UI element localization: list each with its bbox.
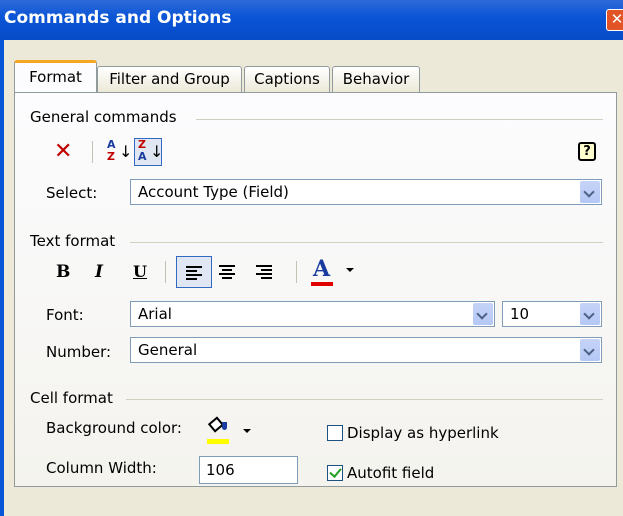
title-bar[interactable]: Commands and Options ✕ — [0, 0, 623, 40]
number-format-dropdown[interactable]: General — [130, 337, 602, 363]
sort-descending-button[interactable]: Z A ↓ — [134, 138, 164, 166]
display-as-hyperlink-label: Display as hyperlink — [347, 424, 499, 442]
autofit-field-checkbox[interactable] — [327, 465, 343, 481]
align-right-icon — [256, 265, 272, 279]
font-color-button[interactable]: A — [311, 256, 361, 288]
sort-ascending-button[interactable]: A Z ↓ — [106, 138, 133, 166]
tab-format-label: Format — [29, 68, 82, 86]
font-color-swatch — [311, 282, 333, 286]
toolbar-separator — [165, 261, 166, 283]
help-icon: ? — [583, 144, 591, 159]
number-label: Number: — [46, 343, 112, 361]
select-label: Select: — [46, 184, 98, 202]
align-left-button[interactable] — [176, 256, 212, 288]
tab-captions-label: Captions — [254, 70, 320, 88]
chevron-down-icon[interactable] — [580, 181, 600, 203]
toolbar-separator — [296, 261, 297, 283]
dropdown-arrow-icon — [346, 268, 354, 272]
underline-button[interactable]: U — [133, 262, 147, 281]
sort-desc-bottom-letter: A — [138, 150, 147, 163]
window-title: Commands and Options — [4, 8, 232, 28]
background-color-swatch — [207, 439, 229, 444]
delete-icon[interactable]: ✕ — [54, 139, 72, 164]
background-color-button[interactable] — [207, 416, 257, 445]
checkmark-icon — [329, 465, 342, 478]
font-size-value: 10 — [510, 305, 530, 323]
column-width-label: Column Width: — [46, 459, 157, 477]
tab-behavior[interactable]: Behavior — [332, 66, 420, 92]
tab-behavior-label: Behavior — [342, 70, 410, 88]
tab-captions[interactable]: Captions — [244, 66, 330, 92]
display-as-hyperlink-checkbox[interactable] — [327, 425, 343, 441]
toolbar-separator — [92, 141, 93, 163]
align-left-icon — [186, 266, 202, 280]
select-field-dropdown[interactable]: Account Type (Field) — [130, 179, 602, 205]
font-value: Arial — [138, 305, 172, 323]
close-button[interactable]: ✕ — [606, 9, 623, 31]
sort-descending-icon: Z A ↓ — [137, 138, 164, 165]
sort-asc-bottom-letter: Z — [107, 150, 115, 163]
chevron-down-icon[interactable] — [473, 303, 493, 325]
italic-button[interactable]: I — [95, 262, 103, 282]
text-format-heading: Text format — [30, 232, 116, 250]
dropdown-arrow-icon — [243, 429, 251, 433]
number-format-value: General — [138, 341, 198, 359]
general-commands-divider — [196, 119, 603, 120]
tab-filter-and-group-label: Filter and Group — [109, 70, 230, 88]
text-format-divider — [130, 242, 603, 243]
bold-button[interactable]: B — [56, 262, 70, 282]
font-dropdown[interactable]: Arial — [130, 301, 495, 327]
select-field-value: Account Type (Field) — [138, 183, 289, 201]
cell-format-heading: Cell format — [30, 389, 113, 407]
cell-format-divider — [126, 399, 603, 400]
sort-desc-arrow: ↓ — [150, 142, 164, 161]
general-commands-heading: General commands — [30, 108, 177, 126]
chevron-down-icon[interactable] — [580, 339, 600, 361]
commands-options-window: Commands and Options ✕ Format Filter and… — [0, 0, 623, 516]
chevron-down-icon[interactable] — [580, 303, 600, 325]
background-color-label: Background color: — [46, 419, 182, 437]
sort-asc-arrow: ↓ — [119, 142, 133, 161]
tab-format[interactable]: Format — [14, 60, 97, 92]
font-label: Font: — [46, 306, 84, 324]
column-width-input[interactable]: 106 — [199, 456, 298, 484]
close-icon: ✕ — [610, 10, 623, 28]
help-button[interactable]: ? — [578, 142, 596, 161]
tab-filter-and-group[interactable]: Filter and Group — [97, 66, 242, 92]
align-center-icon — [219, 265, 235, 279]
sort-ascending-icon: A Z ↓ — [106, 138, 133, 166]
font-size-dropdown[interactable]: 10 — [502, 301, 602, 327]
font-color-glyph: A — [313, 256, 331, 282]
autofit-field-label: Autofit field — [347, 464, 435, 482]
